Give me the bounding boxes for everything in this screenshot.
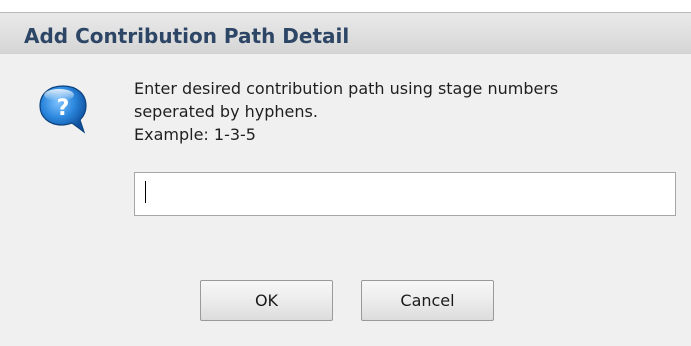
- ok-button[interactable]: OK: [200, 280, 333, 321]
- contribution-path-input[interactable]: [134, 172, 676, 216]
- dialog-title: Add Contribution Path Detail: [24, 24, 350, 48]
- dialog-title-bar[interactable]: Add Contribution Path Detail: [0, 12, 691, 54]
- add-contribution-path-dialog: Add Contribution Path Detail ? Enter des…: [0, 0, 691, 346]
- cancel-button[interactable]: Cancel: [361, 280, 494, 321]
- message-line-2: seperated by hyphens.: [134, 102, 318, 121]
- text-caret: [145, 181, 146, 203]
- svg-text:?: ?: [57, 96, 70, 121]
- top-strip: [0, 0, 691, 12]
- message-line-1: Enter desired contribution path using st…: [134, 79, 559, 98]
- question-mark-bubble-icon: ?: [39, 85, 87, 134]
- message-example: Example: 1-3-5: [134, 125, 256, 144]
- dialog-message: Enter desired contribution path using st…: [134, 77, 674, 146]
